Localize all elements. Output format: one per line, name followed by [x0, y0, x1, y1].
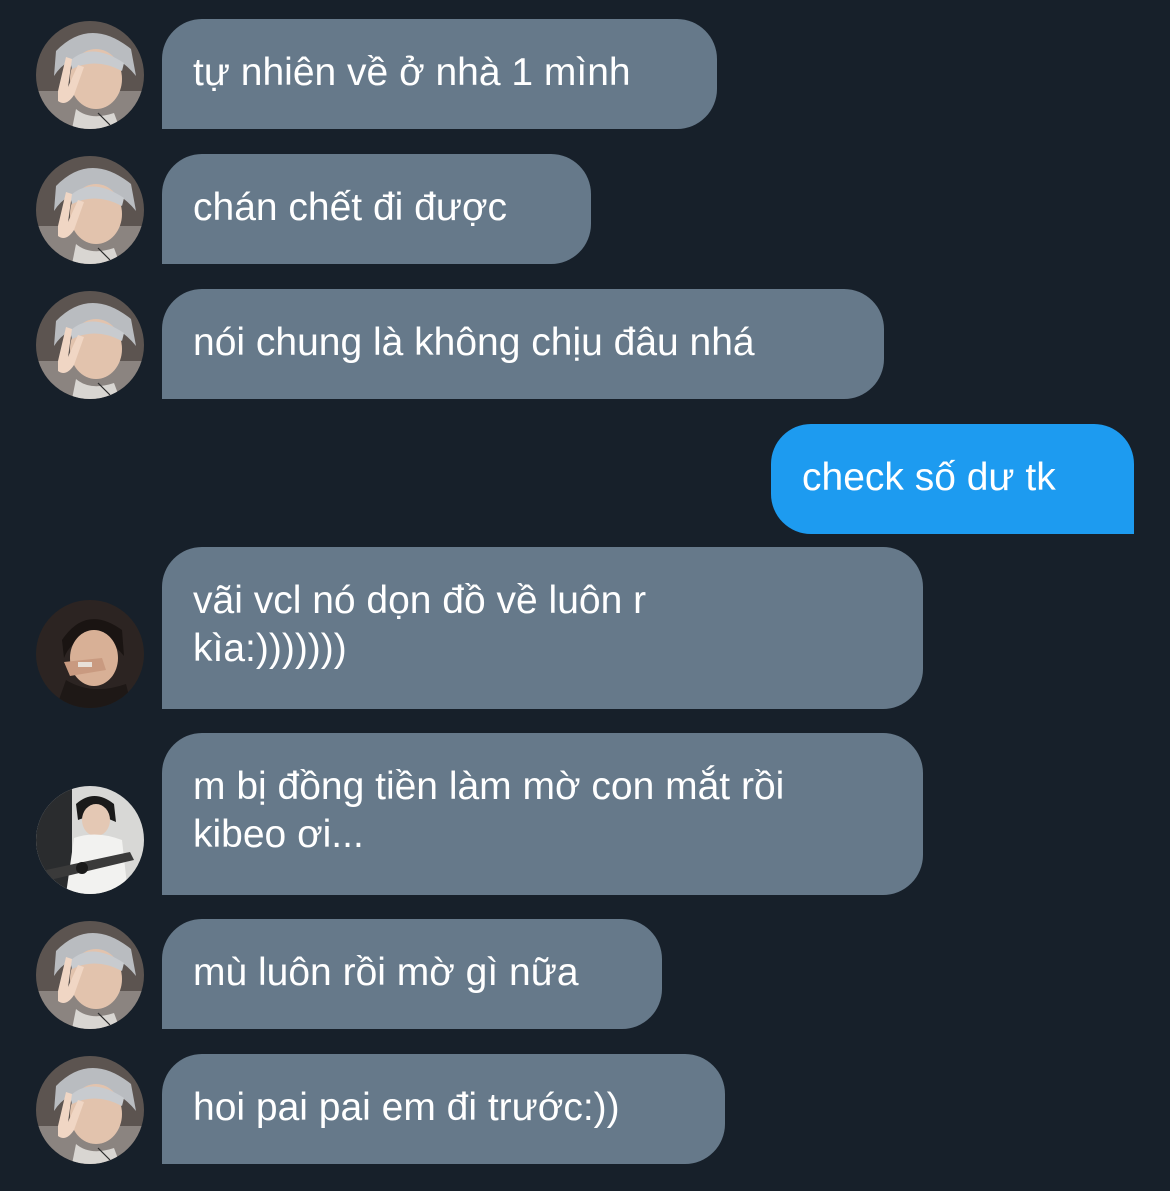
- message-bubble-received[interactable]: chán chết đi được: [162, 154, 591, 264]
- message-text: chán chết đi được: [193, 186, 508, 229]
- avatar-image: [36, 156, 144, 264]
- avatar[interactable]: [36, 921, 144, 1029]
- message-text-line: m bị đồng tiền làm mờ con mắt rồi: [193, 765, 785, 808]
- avatar[interactable]: [36, 1056, 144, 1164]
- avatar-image: [36, 921, 144, 1029]
- avatar[interactable]: [36, 786, 144, 894]
- message-bubble-received[interactable]: nói chung là không chịu đâu nhá: [162, 289, 884, 399]
- message-text: nói chung là không chịu đâu nhá: [193, 321, 755, 364]
- avatar[interactable]: [36, 156, 144, 264]
- message-text: hoi pai pai em đi trước:)): [193, 1086, 620, 1129]
- message-text-line: kìa:))))))): [193, 627, 347, 670]
- avatar-image: [36, 786, 144, 894]
- avatar-image: [36, 291, 144, 399]
- avatar[interactable]: [36, 291, 144, 399]
- message-bubble-received[interactable]: tự nhiên về ở nhà 1 mình: [162, 19, 717, 129]
- avatar[interactable]: [36, 600, 144, 708]
- message-text: mù luôn rồi mờ gì nữa: [193, 951, 579, 994]
- message-text-line: kibeo ơi...: [193, 813, 364, 856]
- message-text: tự nhiên về ở nhà 1 mình: [193, 51, 631, 94]
- avatar-image: [36, 21, 144, 129]
- message-bubble-sent[interactable]: check số dư tk: [771, 424, 1134, 534]
- message-bubble-received[interactable]: vãi vcl nó dọn đồ về luôn r kìa:))))))): [162, 547, 923, 709]
- message-text-line: vãi vcl nó dọn đồ về luôn r: [193, 579, 647, 622]
- message-bubble-received[interactable]: m bị đồng tiền làm mờ con mắt rồi kibeo …: [162, 733, 923, 895]
- avatar-image: [36, 600, 144, 708]
- message-bubble-received[interactable]: mù luôn rồi mờ gì nữa: [162, 919, 662, 1029]
- avatar[interactable]: [36, 21, 144, 129]
- message-text: check số dư tk: [802, 456, 1056, 499]
- message-bubble-received[interactable]: hoi pai pai em đi trước:)): [162, 1054, 725, 1164]
- avatar-image: [36, 1056, 144, 1164]
